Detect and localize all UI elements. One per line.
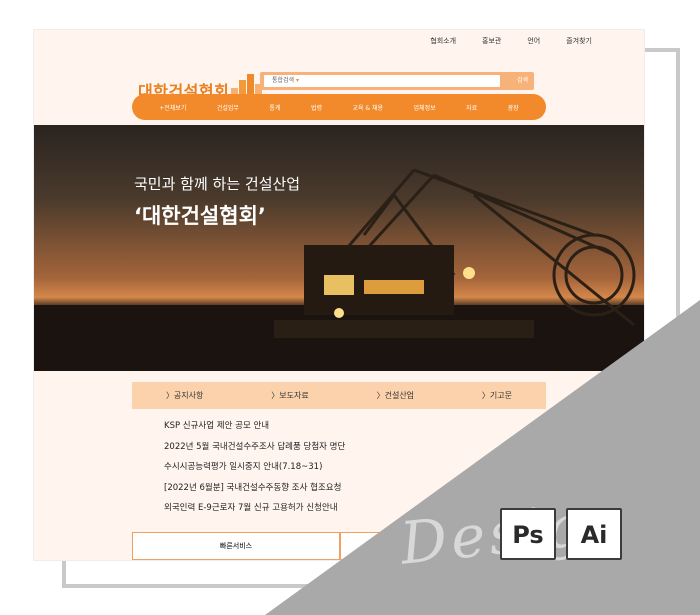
list-item[interactable]: 수시시공능력평가 일시중지 안내(7.18~31) <box>164 457 345 478</box>
search-placeholder: 통합검색 <box>272 77 295 84</box>
tab-columns[interactable]: 〉기고문 <box>482 390 512 401</box>
nav-item-data[interactable]: 자료 <box>466 103 477 112</box>
tab-industry[interactable]: 〉건설산업 <box>377 390 414 401</box>
util-link-language[interactable]: 언어 <box>527 36 540 46</box>
illustrator-icon: Ai <box>566 508 622 560</box>
list-item[interactable]: 2022년 5월 국내건설수주조사 답례품 당첨자 명단 <box>164 437 345 458</box>
photoshop-icon: Ps <box>500 508 556 560</box>
nav-item-plaza[interactable]: 광장 <box>508 103 519 112</box>
hero-banner: 국민과 함께 하는 건설산업 ‘대한건설협회’ <box>34 125 644 371</box>
search-button[interactable]: 검색 <box>517 72 528 90</box>
main-nav: +전체보기 건설업무 통계 법령 교육 & 채용 업체정보 자료 광장 <box>132 94 546 120</box>
search-bar: 통합검색 ▾ 검색 <box>260 72 534 90</box>
hero-text: 국민과 함께 하는 건설산업 ‘대한건설협회’ <box>134 173 300 230</box>
excavator-image <box>34 168 644 371</box>
hero-slogan: 국민과 함께 하는 건설산업 <box>134 175 301 193</box>
list-item[interactable]: [2022년 6월분] 국내건설수주동향 조사 협조요청 <box>164 478 345 499</box>
utility-links: 협회소개 홍보관 언어 즐겨찾기 <box>430 36 592 46</box>
nav-item-education[interactable]: 교육 & 채용 <box>352 103 383 112</box>
util-link-favorites[interactable]: 즐겨찾기 <box>566 36 592 46</box>
search-input[interactable]: 통합검색 ▾ <box>264 75 500 87</box>
news-list: KSP 신규사업 제안 공모 안내 2022년 5월 국내건설수주조사 답례품 … <box>164 416 345 519</box>
util-link-pr[interactable]: 홍보관 <box>482 36 501 46</box>
nav-item-stats[interactable]: 통계 <box>269 103 280 112</box>
nav-item-all[interactable]: +전체보기 <box>159 103 186 112</box>
nav-item-construction[interactable]: 건설업무 <box>217 103 239 112</box>
board-tabs: 〉공지사항 〉보도자료 〉건설산업 〉기고문 <box>132 382 546 409</box>
chevron-down-icon: ▾ <box>296 77 300 84</box>
quick-service-button[interactable]: 빠른서비스 <box>132 532 340 560</box>
hero-title: ‘대한건설협회’ <box>134 204 266 228</box>
nav-item-companies[interactable]: 업체정보 <box>414 103 436 112</box>
list-item[interactable]: KSP 신규사업 제안 공모 안내 <box>164 416 345 437</box>
util-link-about[interactable]: 협회소개 <box>430 36 456 46</box>
list-item[interactable]: 외국인력 E-9근로자 7월 신규 고용허가 신청안내 <box>164 498 345 519</box>
webpage-mockup: 협회소개 홍보관 언어 즐겨찾기 대한건설협회 통합검색 ▾ 검색 +전체보기 … <box>34 30 644 560</box>
nav-item-law[interactable]: 법령 <box>311 103 322 112</box>
tab-notices[interactable]: 〉공지사항 <box>166 390 203 401</box>
tab-press[interactable]: 〉보도자료 <box>271 390 308 401</box>
